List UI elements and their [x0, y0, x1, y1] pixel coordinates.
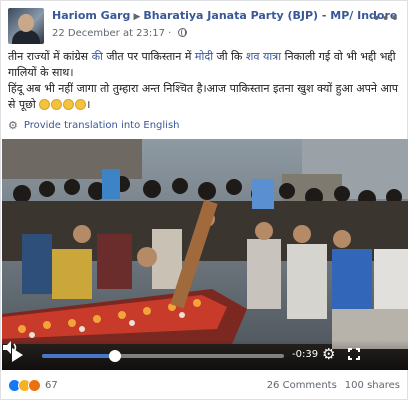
seek-bar[interactable] — [42, 350, 284, 362]
sad-face-emoji — [39, 99, 51, 110]
angry-face-emoji — [75, 99, 87, 110]
hashtag-link[interactable]: मोदी — [195, 50, 213, 63]
settings-gear-icon[interactable]: ⚙ — [322, 347, 335, 362]
hashtag-link[interactable]: की — [92, 50, 103, 63]
reaction-count: 67 — [45, 379, 58, 391]
crying-face-emoji — [63, 99, 75, 110]
seek-progress — [42, 354, 115, 358]
post-text: तीन राज्यों में कांग्रेस की जीत पर पाकिस… — [8, 49, 404, 113]
header-text: Hariom Garg ▶ Bharatiya Janata Party (BJP)… — [52, 8, 397, 40]
video-frame — [2, 139, 408, 370]
video-player[interactable]: -0:39 ⚙ — [2, 139, 408, 370]
post-paragraph-1: तीन राज्यों में कांग्रेस की जीत पर पाकिस… — [8, 49, 404, 81]
angry-reaction-icon — [28, 378, 41, 392]
shares-count-link[interactable]: 100 shares — [345, 380, 400, 391]
post-meta: 22 December at 23:17 · — [52, 27, 397, 40]
post-title-line: Hariom Garg ▶ Bharatiya Janata Party (BJP)… — [52, 9, 397, 24]
translate-label: Provide translation into English — [23, 120, 180, 131]
meta-separator: · — [168, 28, 172, 39]
globe-icon — [177, 28, 187, 37]
author-name-link[interactable]: Hariom Garg — [52, 9, 130, 22]
avatar-face — [18, 14, 34, 32]
comments-count-link[interactable]: 26 Comments — [267, 380, 337, 391]
text-segment: । — [86, 98, 91, 111]
facebook-post-card: Hariom Garg ▶ Bharatiya Janata Party (BJP)… — [0, 0, 408, 400]
text-segment: तीन राज्यों में कांग्रेस — [8, 50, 92, 63]
post-paragraph-2: हिंदू अब भी नहीं जागा तो तुम्हारा अन्त न… — [8, 81, 404, 113]
hashtag-link[interactable]: शव यात्रा — [246, 50, 281, 63]
emoji-row — [39, 99, 87, 110]
video-controls: -0:39 ⚙ — [2, 340, 408, 370]
time-remaining: -0:39 — [292, 349, 319, 360]
seek-handle[interactable] — [108, 350, 121, 362]
volume-icon[interactable] — [2, 340, 20, 355]
text-segment: जी कि — [213, 50, 246, 63]
arrow-icon: ▶ — [133, 12, 141, 22]
thinking-face-emoji — [51, 99, 63, 110]
avatar-shoulders — [12, 30, 40, 44]
fullscreen-icon[interactable] — [348, 348, 360, 360]
gear-icon: ⚙ — [8, 119, 18, 132]
post-footer: 67 26 Comments 100 shares — [8, 377, 400, 393]
more-options-icon[interactable]: ••• — [372, 11, 400, 27]
post-stats: 26 Comments 100 shares — [267, 380, 400, 391]
author-avatar[interactable] — [8, 8, 44, 44]
translate-link[interactable]: ⚙ Provide translation into English — [8, 119, 180, 132]
page-name-link[interactable]: Bharatiya Janata Party (BJP) - MP/ Indor… — [143, 9, 397, 22]
reactions-summary[interactable]: 67 — [8, 378, 58, 392]
post-header: Hariom Garg ▶ Bharatiya Janata Party (BJP)… — [8, 8, 400, 44]
post-timestamp[interactable]: 22 December at 23:17 — [52, 28, 165, 39]
text-segment: जीत पर पाकिस्तान में — [102, 50, 195, 63]
